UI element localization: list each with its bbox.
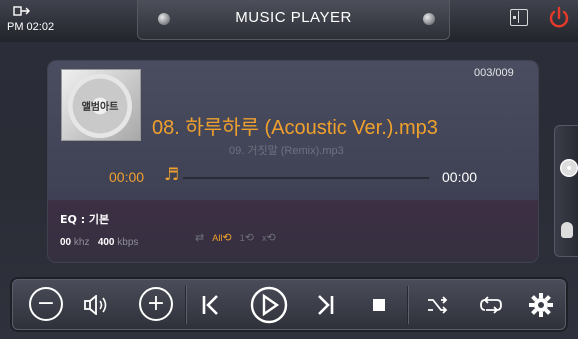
status-clock: PM 02:02 — [4, 3, 84, 39]
track-counter: 003/009 — [474, 67, 514, 79]
previous-button[interactable] — [195, 287, 227, 323]
clock-time: PM 02:02 — [7, 21, 55, 33]
stop-icon — [373, 299, 385, 311]
duration-time: 00:00 — [442, 169, 478, 185]
repeat-button[interactable] — [473, 287, 509, 323]
next-button[interactable] — [309, 287, 341, 323]
microphone-icon[interactable] — [561, 222, 573, 238]
app-title: MUSIC PLAYER — [235, 9, 352, 26]
khz-value: 00 — [60, 237, 72, 248]
music-note-icon: ♬ — [164, 165, 180, 185]
separator — [185, 286, 186, 324]
screen-toggle-icon[interactable] — [510, 9, 528, 26]
play-mode-indicators: ⇄ All⟲ 1⟲ x⟲ — [195, 231, 276, 249]
bitrate-info: 00 khz 400 kbps — [60, 237, 138, 248]
kbps-unit: kbps — [117, 237, 139, 248]
now-playing-card: 앨범아트 003/009 08. 하루하루 (Acoustic Ver.).mp… — [48, 61, 538, 262]
progress-bar[interactable] — [183, 177, 429, 179]
shuffle-mode-icon: ⇄ — [195, 232, 205, 244]
shuffle-button[interactable] — [419, 287, 455, 323]
sync-icon — [12, 5, 32, 20]
playback-controls: − + — [12, 279, 566, 330]
stop-button[interactable] — [365, 287, 393, 323]
eq-panel — [48, 200, 538, 262]
power-icon[interactable] — [547, 6, 571, 30]
repeat-all-mode-icon: All⟲ — [212, 232, 232, 244]
music-player-screen: PM 02:02 MUSIC PLAYER 앨범아트 003/009 08. 하… — [0, 0, 578, 339]
current-track-title: 08. 하루하루 (Acoustic Ver.).mp3 — [152, 117, 438, 139]
elapsed-time: 00:00 — [109, 169, 145, 185]
top-bar: PM 02:02 MUSIC PLAYER — [0, 0, 578, 42]
settings-button[interactable] — [523, 287, 559, 323]
repeat-one-mode-icon: 1⟲ — [239, 232, 254, 244]
separator — [407, 286, 408, 324]
album-art-label: 앨범아트 — [81, 102, 119, 113]
next-track-title: 09. 거짓말 (Remix).mp3 — [229, 145, 344, 157]
khz-unit: khz — [73, 237, 90, 248]
play-button[interactable] — [247, 286, 291, 324]
eq-label: EQ : 기본 — [60, 213, 110, 226]
kbps-value: 400 — [97, 237, 115, 248]
volume-down-button[interactable]: − — [29, 287, 63, 321]
side-panel — [554, 125, 578, 257]
volume-mute-button[interactable] — [77, 287, 115, 323]
repeat-off-mode-icon: x⟲ — [261, 232, 276, 244]
volume-up-button[interactable]: + — [139, 287, 173, 321]
cd-icon[interactable] — [560, 159, 578, 177]
album-art: 앨범아트 — [61, 69, 141, 141]
screw-icon — [423, 13, 435, 25]
title-panel: MUSIC PLAYER — [137, 0, 450, 40]
